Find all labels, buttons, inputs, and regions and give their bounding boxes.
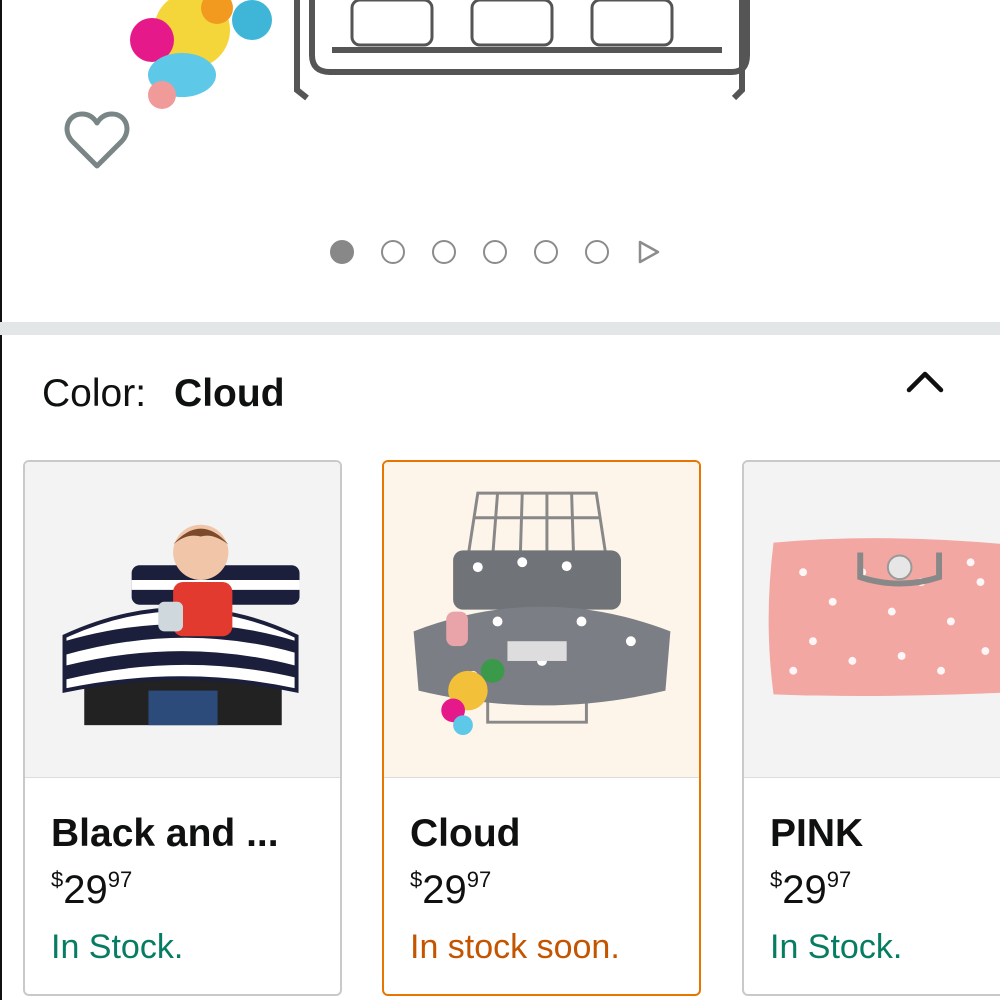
price-fraction: 97	[107, 867, 133, 892]
gallery-dot[interactable]	[585, 240, 609, 264]
pink-pouch-image	[768, 538, 1000, 696]
price-fraction: 97	[826, 867, 852, 892]
cart-frame-image	[294, 0, 750, 101]
stock-status: In Stock.	[770, 928, 903, 966]
gallery-pagination	[330, 239, 662, 265]
chevron-up-icon[interactable]	[902, 362, 948, 402]
color-label: Color:	[42, 372, 147, 415]
swatch-price: $2997	[770, 867, 851, 913]
gallery-dot[interactable]	[432, 240, 456, 264]
price-currency: $	[770, 867, 783, 892]
heart-icon[interactable]	[64, 110, 130, 170]
swatch-name: Black and ...	[51, 812, 279, 855]
color-swatch-cloud[interactable]: Cloud $2997 In stock soon.	[382, 460, 701, 996]
price-currency: $	[410, 867, 423, 892]
price-whole: 29	[782, 868, 827, 912]
price-whole: 29	[422, 868, 467, 912]
swatch-price: $2997	[51, 867, 132, 913]
color-selector-header: Color: Cloud	[42, 370, 285, 418]
swatch-name: PINK	[770, 812, 864, 855]
color-swatch-pink[interactable]: PINK $2997 In Stock.	[742, 460, 1000, 996]
left-edge-border	[0, 335, 2, 1000]
swatch-image	[25, 462, 340, 778]
gallery-dot[interactable]	[381, 240, 405, 264]
price-fraction: 97	[466, 867, 492, 892]
gallery-dot[interactable]	[534, 240, 558, 264]
color-swatch-black-and-white[interactable]: Black and ... $2997 In Stock.	[23, 460, 342, 996]
price-whole: 29	[63, 868, 108, 912]
swatch-image	[744, 462, 1000, 778]
plush-toy-image	[130, 0, 272, 109]
section-divider	[0, 322, 1000, 335]
swatch-name: Cloud	[410, 812, 521, 855]
product-image[interactable]	[122, 0, 762, 110]
play-next-icon[interactable]	[636, 239, 662, 265]
swatch-image	[384, 462, 699, 778]
gallery-dot[interactable]	[483, 240, 507, 264]
stock-status: In Stock.	[51, 928, 184, 966]
stock-status: In stock soon.	[410, 928, 620, 966]
product-image-gallery[interactable]	[0, 0, 1000, 322]
selected-color-value: Cloud	[174, 372, 285, 415]
price-currency: $	[51, 867, 64, 892]
gallery-dot[interactable]	[330, 240, 354, 264]
swatch-price: $2997	[410, 867, 491, 913]
